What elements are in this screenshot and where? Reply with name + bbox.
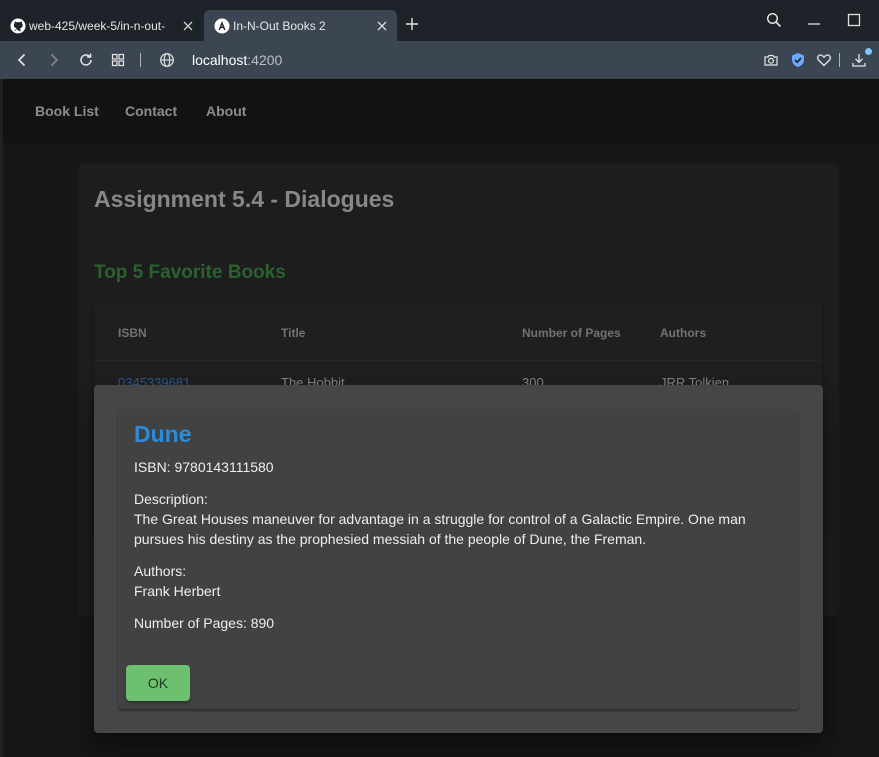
maximize-icon[interactable]	[846, 12, 862, 28]
back-icon[interactable]	[14, 52, 30, 68]
authors-label: Authors:	[134, 563, 187, 579]
tab-strip: web-425/week-5/in-n-out- In-N-Out Books …	[0, 0, 879, 41]
browser-toolbar: localhost:4200	[0, 41, 879, 79]
toolbar-divider	[839, 53, 840, 67]
url-host: localhost	[192, 52, 248, 68]
globe-icon[interactable]	[159, 52, 175, 68]
url-port: :4200	[247, 52, 283, 68]
tab-title: web-425/week-5/in-n-out-	[29, 18, 166, 33]
address-bar[interactable]: localhost:4200	[192, 52, 282, 68]
search-icon[interactable]	[766, 12, 782, 28]
new-tab-icon[interactable]	[404, 16, 420, 32]
github-icon	[10, 18, 26, 34]
page: Book List Contact About Assignment 5.4 -…	[3, 79, 879, 757]
download-icon[interactable]	[851, 52, 867, 68]
download-badge	[865, 48, 872, 55]
shield-icon[interactable]	[790, 52, 806, 68]
toolbar-divider	[140, 53, 141, 67]
book-details-dialog: Dune ISBN: 9780143111580 Description: Th…	[94, 385, 823, 733]
dialog-title: Dune	[134, 421, 192, 447]
reload-icon[interactable]	[78, 52, 94, 68]
authors-text: Frank Herbert	[134, 583, 221, 599]
dialog-card: Dune ISBN: 9780143111580 Description: Th…	[118, 409, 799, 709]
description-text: The Great Houses maneuver for advantage …	[134, 511, 746, 547]
pages-text: Number of Pages: 890	[134, 615, 275, 631]
ok-button[interactable]: OK	[126, 665, 190, 701]
description-label: Description:	[134, 491, 208, 507]
close-tab-icon[interactable]	[375, 19, 389, 33]
minimize-icon[interactable]	[806, 12, 822, 28]
heart-icon[interactable]	[816, 52, 832, 68]
close-tab-icon[interactable]	[181, 19, 195, 33]
tab-grid-icon[interactable]	[110, 52, 126, 68]
forward-icon[interactable]	[46, 52, 62, 68]
browser-tab-github[interactable]: web-425/week-5/in-n-out-	[0, 10, 203, 41]
camera-icon[interactable]	[763, 52, 779, 68]
tab-title: In-N-Out Books 2	[233, 18, 326, 33]
dialog-isbn: ISBN: 9780143111580	[134, 459, 274, 475]
angular-icon	[214, 18, 230, 34]
browser-tab-active[interactable]: In-N-Out Books 2	[204, 10, 397, 41]
